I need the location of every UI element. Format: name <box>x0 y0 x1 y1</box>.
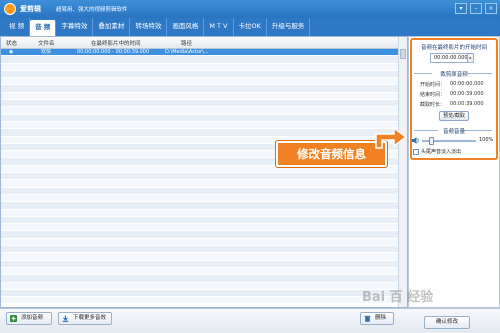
download-more-button[interactable]: 下载更多音效 <box>58 312 112 325</box>
empty-row <box>1 187 399 195</box>
add-icon <box>10 315 17 322</box>
empty-row <box>1 246 399 254</box>
annotation-callout: 修改音频信息 <box>276 141 387 167</box>
app-logo-icon <box>4 3 16 15</box>
fade-label: 头尾声音淡入淡出 <box>421 149 462 155</box>
clip-duration-value: 00:00:39.000 <box>450 101 484 107</box>
start-time-spinner[interactable]: 00:00:00.000 ▸ <box>430 53 474 63</box>
trash-icon <box>364 315 371 322</box>
tab-karaoke[interactable]: 卡拉OK <box>234 18 267 36</box>
empty-row <box>1 289 399 298</box>
tab-subtitle-effects[interactable]: 字幕特效 <box>56 18 94 36</box>
empty-row <box>1 173 399 181</box>
empty-row <box>1 85 399 93</box>
title-bar: 爱剪辑 超易用、强大的视频剪辑软件 ▾ – × <box>0 0 500 18</box>
empty-row <box>1 194 399 203</box>
tab-transitions[interactable]: 转场特效 <box>130 18 168 36</box>
start-time-heading: 音频在最终影片的开始时间 <box>420 45 487 51</box>
app-slogan: 超易用、强大的视频剪辑软件 <box>56 7 128 13</box>
empty-row <box>1 107 399 115</box>
row-filename: 欢快 <box>41 49 52 55</box>
column-filename[interactable]: 文件名 <box>38 39 55 47</box>
clip-end-value[interactable]: 00:00:39.000 <box>450 91 484 97</box>
empty-row <box>1 253 399 261</box>
spinner-arrow-icon[interactable]: ▸ <box>467 54 473 62</box>
table-body: ◉ 欢快 00:00:00.000 - 00:00:39.000 D:\Medi… <box>1 49 399 305</box>
column-time[interactable]: 在最终影片中的时间 <box>91 39 141 47</box>
callout-text: 修改音频信息 <box>297 147 366 161</box>
table-row[interactable]: ◉ 欢快 00:00:00.000 - 00:00:39.000 D:\Medi… <box>1 49 399 57</box>
empty-row <box>1 275 399 283</box>
row-path: D:\Media\Actor\... <box>165 49 209 55</box>
empty-row <box>1 238 399 247</box>
empty-row <box>1 209 399 217</box>
window-controls: ▾ – × <box>455 3 497 14</box>
tab-mtv[interactable]: M T V <box>204 18 234 36</box>
audio-list-table: 状态 文件名 在最终影片中的时间 路径 ◉ 欢快 00:00:00.000 - … <box>0 36 408 308</box>
empty-row <box>1 282 399 290</box>
tab-styles[interactable]: 画面风格 <box>167 18 205 36</box>
empty-row <box>1 216 399 225</box>
empty-row <box>1 100 399 108</box>
table-header: 状态 文件名 在最终影片中的时间 路径 <box>1 37 399 49</box>
empty-row <box>1 121 399 130</box>
tab-upgrade[interactable]: 升级与服务 <box>267 18 311 36</box>
confirm-button[interactable]: 确认修改 <box>424 316 470 329</box>
empty-row <box>1 267 399 276</box>
add-audio-label: 添加音频 <box>21 315 44 321</box>
download-more-label: 下载更多音效 <box>73 315 107 321</box>
add-audio-button[interactable]: 添加音频 <box>6 312 52 325</box>
empty-row <box>1 114 399 122</box>
start-time-value: 00:00:00.000 <box>434 55 468 61</box>
tab-audio[interactable]: 音 频 <box>30 20 57 36</box>
callout-arrow-icon <box>375 126 408 149</box>
empty-row <box>1 129 399 137</box>
column-path[interactable]: 路径 <box>181 39 192 47</box>
app-name: 爱剪辑 <box>20 5 41 13</box>
empty-row <box>1 78 399 86</box>
row-status-icon: ◉ <box>9 49 14 55</box>
row-time: 00:00:00.000 - 00:00:39.000 <box>77 49 150 55</box>
empty-row <box>1 92 399 101</box>
clip-duration-label: 截取时长： <box>420 102 446 108</box>
fade-checkbox[interactable] <box>413 149 419 155</box>
volume-slider-handle[interactable] <box>429 137 434 145</box>
empty-row <box>1 202 399 210</box>
clip-start-value[interactable]: 00:00:00.000 <box>450 81 484 87</box>
minimize-icon[interactable]: – <box>470 3 482 14</box>
download-icon <box>62 315 69 322</box>
clip-start-label: 开始时间： <box>420 82 446 88</box>
empty-row <box>1 224 399 232</box>
tab-video[interactable]: 视 频 <box>4 18 31 36</box>
empty-row <box>1 297 399 305</box>
empty-row <box>1 260 399 268</box>
menu-icon[interactable]: ▾ <box>455 3 467 14</box>
empty-row <box>1 56 399 64</box>
clip-heading: 裁剪原音频 <box>440 72 468 78</box>
watermark: Bai 百 经验 <box>362 290 434 305</box>
volume-heading: 音频音量 <box>442 129 465 135</box>
tab-overlay[interactable]: 叠加素材 <box>93 18 131 36</box>
clip-end-label: 结束时间： <box>420 92 446 98</box>
preview-trim-button[interactable]: 预览/截取 <box>439 111 469 121</box>
delete-button[interactable]: 删除 <box>360 312 394 325</box>
empty-row <box>1 180 399 188</box>
empty-row <box>1 231 399 239</box>
vertical-scrollbar[interactable] <box>398 37 407 307</box>
close-icon[interactable]: × <box>485 3 497 14</box>
empty-row <box>1 63 399 71</box>
empty-row <box>1 70 399 79</box>
speaker-icon <box>412 137 419 144</box>
delete-label: 删除 <box>375 315 387 321</box>
scrollbar-thumb[interactable] <box>400 49 406 59</box>
volume-percent: 100% <box>479 137 494 143</box>
main-tabs: 视 频 音 频 字幕特效 叠加素材 转场特效 画面风格 M T V 卡拉OK 升… <box>0 18 500 36</box>
column-status[interactable]: 状态 <box>6 39 17 47</box>
